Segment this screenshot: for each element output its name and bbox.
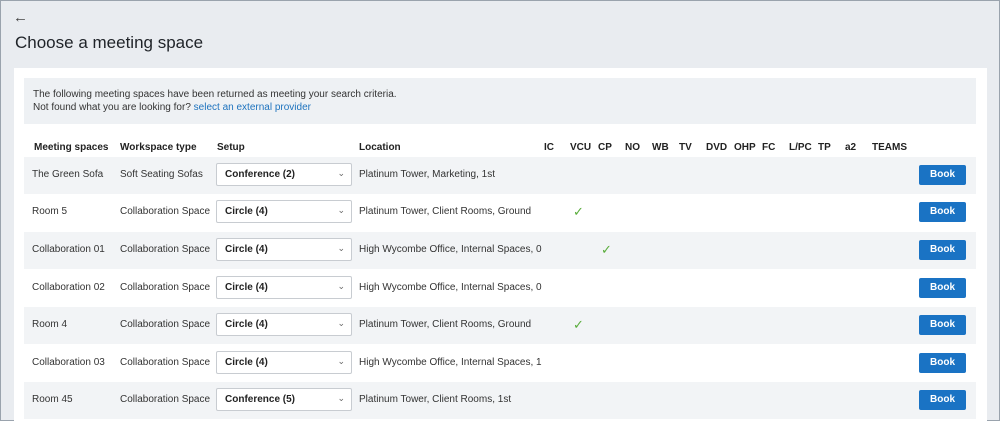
space-name: Collaboration 03 (32, 357, 105, 368)
location: High Wycombe Office, Internal Spaces, 1 (359, 357, 542, 368)
location: Platinum Tower, Marketing, 1st (359, 169, 495, 180)
chevron-down-icon: ⌄ (337, 168, 345, 178)
location: High Wycombe Office, Internal Spaces, 0 (359, 244, 542, 255)
workspace-type: Collaboration Space (120, 244, 211, 255)
col-vcu: VCU (570, 142, 592, 153)
page-title: Choose a meeting space (15, 33, 204, 52)
book-button[interactable]: Book (919, 240, 966, 260)
location: High Wycombe Office, Internal Spaces, 0 (359, 282, 542, 293)
workspace-type: Collaboration Space (120, 206, 211, 217)
book-button[interactable]: Book (919, 390, 966, 410)
col-teams: TEAMS (872, 142, 907, 153)
table-row: Room 5 Collaboration Space Circle (4) ⌄ … (24, 194, 976, 231)
col-meeting-spaces: Meeting spaces (34, 142, 109, 153)
chevron-down-icon: ⌄ (337, 205, 345, 215)
space-name: Room 5 (32, 206, 68, 217)
col-lpc: L/PC (789, 142, 812, 153)
col-tv: TV (679, 142, 692, 153)
workspace-type: Collaboration Space (120, 282, 211, 293)
location: Platinum Tower, Client Rooms, Ground (359, 206, 532, 217)
info-text: The following meeting spaces have been r… (33, 89, 397, 100)
setup-select[interactable]: Circle (4) ⌄ (216, 200, 352, 223)
chevron-down-icon: ⌄ (337, 393, 345, 403)
check-icon: ✓ (573, 204, 584, 219)
app-window: ← Choose a meeting space The following m… (0, 0, 1000, 421)
setup-value: Circle (4) (225, 206, 268, 217)
col-wb: WB (652, 142, 669, 153)
book-button[interactable]: Book (919, 278, 966, 298)
setup-value: Circle (4) (225, 282, 268, 293)
setup-select[interactable]: Circle (4) ⌄ (216, 351, 352, 374)
setup-value: Conference (2) (225, 169, 296, 180)
setup-value: Circle (4) (225, 357, 268, 368)
book-button[interactable]: Book (919, 353, 966, 373)
arrow-left-icon[interactable]: ← (13, 9, 31, 27)
setup-select[interactable]: Conference (5) ⌄ (216, 388, 352, 411)
col-a2: a2 (845, 142, 857, 153)
space-name: Room 45 (32, 394, 73, 405)
setup-select[interactable]: Circle (4) ⌄ (216, 313, 352, 336)
space-name: Collaboration 02 (32, 282, 105, 293)
setup-value: Circle (4) (225, 244, 268, 255)
results-panel: The following meeting spaces have been r… (14, 68, 987, 421)
workspace-type: Collaboration Space (120, 394, 211, 405)
chevron-down-icon: ⌄ (337, 243, 345, 253)
setup-select[interactable]: Circle (4) ⌄ (216, 238, 352, 261)
table-row: Collaboration 02 Collaboration Space Cir… (24, 270, 976, 307)
space-name: The Green Sofa (32, 169, 104, 180)
col-setup: Setup (217, 142, 245, 153)
col-ohp: OHP (734, 142, 756, 153)
table-header: Meeting spaces Workspace type Setup Loca… (24, 138, 976, 158)
col-tp: TP (818, 142, 831, 153)
chevron-down-icon: ⌄ (337, 281, 345, 291)
workspace-type: Collaboration Space (120, 357, 211, 368)
setup-value: Circle (4) (225, 319, 268, 330)
space-name: Collaboration 01 (32, 244, 105, 255)
location: Platinum Tower, Client Rooms, Ground (359, 319, 532, 330)
col-workspace-type: Workspace type (120, 142, 197, 153)
col-no: NO (625, 142, 640, 153)
space-name: Room 4 (32, 319, 68, 330)
col-ic: IC (544, 142, 554, 153)
col-dvd: DVD (706, 142, 728, 153)
info-text-2: Not found what you are looking for? sele… (33, 101, 967, 114)
info-prefix: Not found what you are looking for? (33, 102, 191, 113)
chevron-down-icon: ⌄ (337, 356, 345, 366)
table-row: Collaboration 01 Collaboration Space Cir… (24, 232, 976, 269)
location: Platinum Tower, Client Rooms, 1st (359, 394, 512, 405)
book-button[interactable]: Book (919, 202, 966, 222)
table-row: Room 45 Collaboration Space Conference (… (24, 382, 976, 419)
col-fc: FC (762, 142, 776, 153)
check-icon: ✓ (573, 317, 584, 332)
table-row: Room 4 Collaboration Space Circle (4) ⌄ … (24, 307, 976, 344)
external-provider-link[interactable]: select an external provider (194, 102, 311, 113)
col-location: Location (359, 142, 401, 153)
setup-select[interactable]: Circle (4) ⌄ (216, 276, 352, 299)
book-button[interactable]: Book (919, 315, 966, 335)
chevron-down-icon: ⌄ (337, 318, 345, 328)
check-icon: ✓ (601, 242, 612, 257)
table-row: Collaboration 03 Collaboration Space Cir… (24, 345, 976, 382)
setup-select[interactable]: Conference (2) ⌄ (216, 163, 352, 186)
setup-value: Conference (5) (225, 394, 296, 405)
workspace-type: Collaboration Space (120, 319, 211, 330)
table-row: The Green Sofa Soft Seating Sofas Confer… (24, 157, 976, 194)
book-button[interactable]: Book (919, 165, 966, 185)
col-cp: CP (598, 142, 612, 153)
workspace-type: Soft Seating Sofas (120, 169, 203, 180)
info-box: The following meeting spaces have been r… (24, 78, 976, 124)
